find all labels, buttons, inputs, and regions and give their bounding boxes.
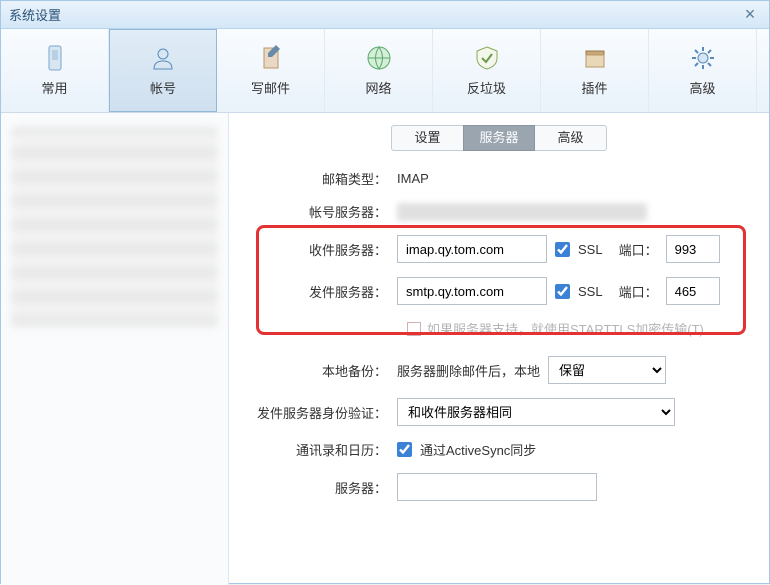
tab-label: 网络 xyxy=(365,78,391,97)
checkbox-activesync[interactable] xyxy=(397,442,412,457)
compose-icon xyxy=(257,44,285,72)
label-send-port: 端口： xyxy=(619,282,658,301)
label-backup: 本地备份： xyxy=(247,361,397,380)
advanced-icon xyxy=(689,44,717,72)
row-send-server: 发件服务器： SSL 端口： xyxy=(247,277,751,305)
toolbar: 常用 帐号 写邮件 网络 反垃圾 插件 高级 xyxy=(1,29,769,113)
label-auth: 发件服务器身份验证： xyxy=(247,403,397,422)
label-recv-port: 端口： xyxy=(619,240,658,259)
tab-network[interactable]: 网络 xyxy=(325,29,433,112)
tab-label: 插件 xyxy=(581,78,607,97)
label-ssl: SSL xyxy=(578,284,603,299)
plugin-icon xyxy=(581,44,609,72)
label-send-server: 发件服务器： xyxy=(247,282,397,301)
checkbox-send-ssl[interactable] xyxy=(555,284,570,299)
tab-label: 常用 xyxy=(41,78,67,97)
input-recv-server[interactable] xyxy=(397,235,547,263)
row-backup: 本地备份： 服务器删除邮件后，本地 保留 xyxy=(247,356,751,384)
row-server2: 服务器： xyxy=(247,473,751,501)
subtab-advanced[interactable]: 高级 xyxy=(535,125,607,151)
tab-label: 高级 xyxy=(689,78,715,97)
label-contacts: 通讯录和日历： xyxy=(247,440,397,459)
titlebar: 系统设置 × xyxy=(1,1,769,29)
account-list-blurred xyxy=(11,127,218,327)
row-mailbox-type: 邮箱类型： IMAP xyxy=(247,169,751,188)
tab-compose[interactable]: 写邮件 xyxy=(217,29,325,112)
tab-label: 写邮件 xyxy=(251,78,290,97)
tab-advanced[interactable]: 高级 xyxy=(649,29,757,112)
label-server2: 服务器： xyxy=(247,478,397,497)
tab-label: 反垃圾 xyxy=(467,78,506,97)
input-send-server[interactable] xyxy=(397,277,547,305)
row-auth: 发件服务器身份验证： 和收件服务器相同 xyxy=(247,398,751,426)
tab-general[interactable]: 常用 xyxy=(1,29,109,112)
label-starttls: 如果服务器支持，就使用STARTTLS加密传输(T) xyxy=(427,319,704,338)
tab-label: 帐号 xyxy=(150,78,176,97)
close-icon[interactable]: × xyxy=(739,4,761,26)
subtabs: 设置 服务器 高级 xyxy=(247,125,751,151)
subtab-settings[interactable]: 设置 xyxy=(391,125,463,151)
row-contacts: 通讯录和日历： 通过ActiveSync同步 xyxy=(247,440,751,459)
label-ssl: SSL xyxy=(578,242,603,257)
input-server2[interactable] xyxy=(397,473,597,501)
spam-icon xyxy=(473,44,501,72)
window-title: 系统设置 xyxy=(9,5,739,24)
tab-spam[interactable]: 反垃圾 xyxy=(433,29,541,112)
row-account-server: 帐号服务器： xyxy=(247,202,751,221)
subtab-server[interactable]: 服务器 xyxy=(463,125,535,151)
label-recv-server: 收件服务器： xyxy=(247,240,397,259)
tab-account[interactable]: 帐号 xyxy=(109,29,217,112)
main-panel: 设置 服务器 高级 邮箱类型： IMAP 帐号服务器： 收件服务器： SSL 端… xyxy=(229,113,769,585)
account-icon xyxy=(149,44,177,72)
value-mailbox-type: IMAP xyxy=(397,171,429,186)
select-backup[interactable]: 保留 xyxy=(548,356,666,384)
row-recv-server: 收件服务器： SSL 端口： xyxy=(247,235,751,263)
label-mailbox-type: 邮箱类型： xyxy=(247,169,397,188)
settings-window: 系统设置 × 常用 帐号 写邮件 网络 反垃圾 插件 高级 xyxy=(0,0,770,584)
label-account-server: 帐号服务器： xyxy=(247,202,397,221)
value-account-server-blurred xyxy=(397,203,647,221)
input-send-port[interactable] xyxy=(666,277,720,305)
network-icon xyxy=(365,44,393,72)
body: 设置 服务器 高级 邮箱类型： IMAP 帐号服务器： 收件服务器： SSL 端… xyxy=(1,113,769,585)
checkbox-recv-ssl[interactable] xyxy=(555,242,570,257)
general-icon xyxy=(41,44,69,72)
select-auth[interactable]: 和收件服务器相同 xyxy=(397,398,675,426)
checkbox-starttls[interactable] xyxy=(407,322,421,336)
input-recv-port[interactable] xyxy=(666,235,720,263)
text-backup: 服务器删除邮件后，本地 xyxy=(397,361,540,380)
account-sidebar xyxy=(1,113,229,585)
text-activesync: 通过ActiveSync同步 xyxy=(420,440,536,459)
row-starttls: 如果服务器支持，就使用STARTTLS加密传输(T) xyxy=(407,319,751,338)
tab-plugin[interactable]: 插件 xyxy=(541,29,649,112)
